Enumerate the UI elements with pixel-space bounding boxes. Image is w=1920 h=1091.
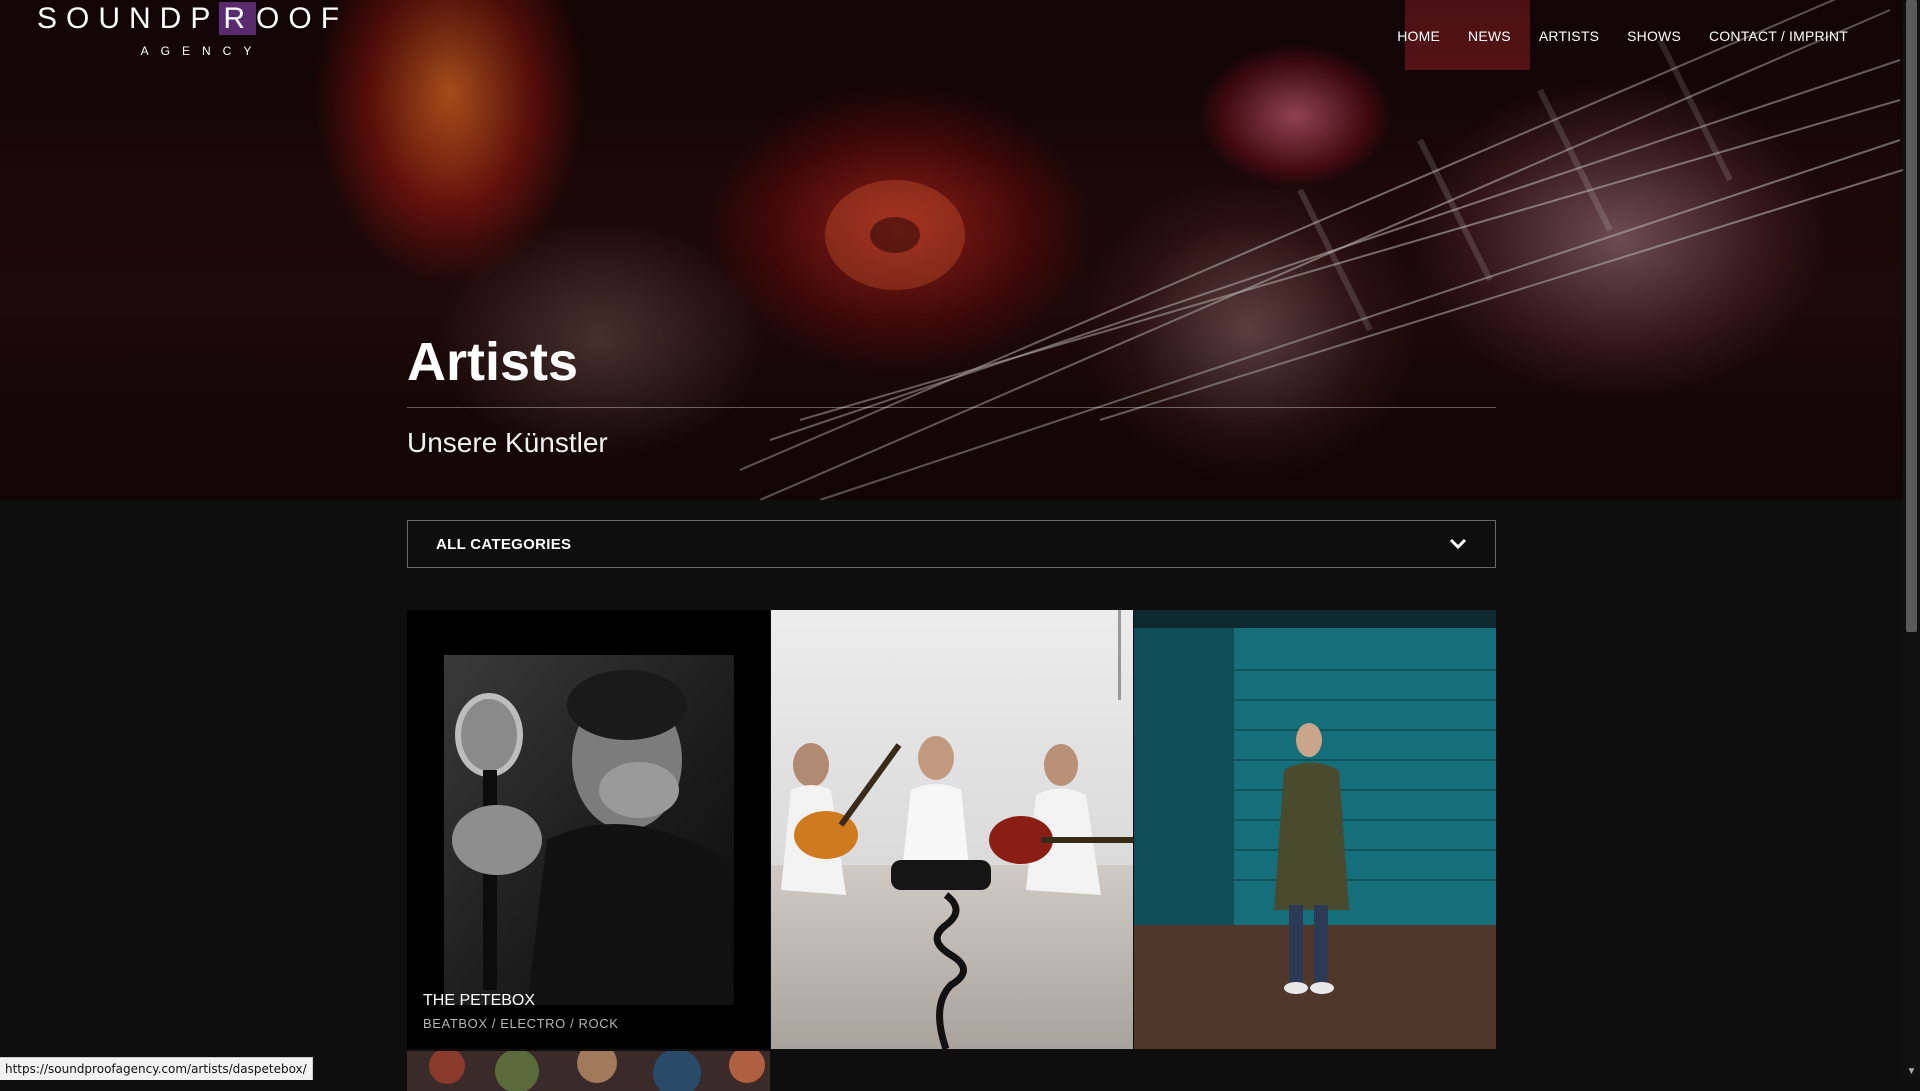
artist-card-next[interactable] — [407, 1051, 770, 1091]
scrollbar-thumb[interactable] — [1906, 0, 1917, 632]
logo-highlight: R — [219, 2, 257, 35]
hero-banner — [0, 0, 1903, 500]
nav-news[interactable]: NEWS — [1468, 28, 1511, 44]
hero-overlay — [0, 0, 1903, 500]
title-divider — [407, 407, 1496, 408]
page-title: Artists — [407, 332, 579, 392]
artist-photo — [1134, 610, 1496, 1049]
page-subtitle: Unsere Künstler — [407, 427, 608, 458]
logo-wordmark: SOUNDP ROOF — [37, 2, 339, 36]
logo-suffix: OOF — [256, 2, 349, 35]
nav-home[interactable]: HOME — [1397, 28, 1440, 44]
artist-card-paul-haas[interactable] — [1134, 610, 1496, 1049]
nav-shows[interactable]: SHOWS — [1627, 28, 1681, 44]
artist-card-petebox[interactable]: THE PETEBOX BEATBOX / ELECTRO / ROCK — [407, 610, 770, 1049]
nav-contact-imprint[interactable]: CONTACT / IMPRINT — [1709, 28, 1848, 44]
category-filter-select[interactable]: ALL CATEGORIES — [407, 520, 1496, 568]
artist-genres: BEATBOX / ELECTRO / ROCK — [423, 1016, 619, 1031]
artist-name: THE PETEBOX — [423, 992, 536, 1009]
logo-prefix: SOUNDP — [37, 2, 220, 35]
page-scrollbar[interactable]: ▼ — [1903, 0, 1920, 1080]
artist-photo — [444, 655, 734, 1005]
scroll-down-arrow-icon[interactable]: ▼ — [1903, 1063, 1920, 1080]
browser-status-url: https://soundproofagency.com/artists/das… — [0, 1057, 313, 1080]
logo-subtitle: AGENCY — [140, 44, 264, 58]
main-nav: HOME NEWS ARTISTS SHOWS CONTACT / IMPRIN… — [1397, 28, 1848, 44]
soundproof-logo[interactable]: SOUNDP ROOF AGENCY — [37, 2, 339, 58]
artist-card-band[interactable] — [771, 610, 1133, 1049]
chevron-down-icon — [1449, 538, 1467, 550]
category-filter-label: ALL CATEGORIES — [436, 535, 572, 553]
artist-photo — [407, 1051, 770, 1091]
artist-photo — [771, 610, 1133, 1049]
nav-artists[interactable]: ARTISTS — [1539, 28, 1599, 44]
